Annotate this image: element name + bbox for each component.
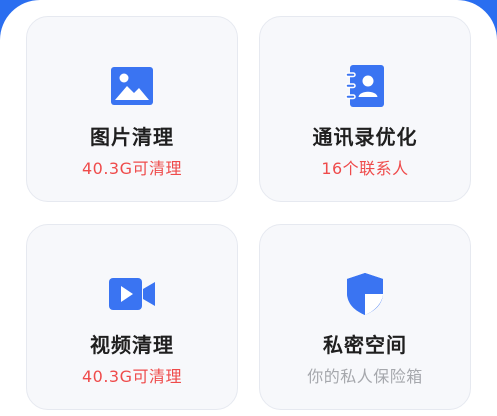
video-icon — [108, 272, 156, 316]
card-subtitle: 40.3G可清理 — [81, 159, 183, 178]
video-cleanup-card[interactable]: 视频清理 40.3G可清理 — [26, 224, 238, 410]
card-title: 视频清理 — [90, 333, 174, 357]
card-subtitle: 40.3G可清理 — [81, 367, 183, 386]
tools-panel: 图片清理 40.3G可清理 通讯录优化 16个联系人 视频清理 40.3G可清理… — [0, 0, 497, 416]
shield-icon — [341, 272, 389, 316]
private-space-card[interactable]: 私密空间 你的私人保险箱 — [259, 224, 471, 410]
image-icon — [108, 64, 156, 108]
card-title: 图片清理 — [90, 125, 174, 149]
contacts-optimize-card[interactable]: 通讯录优化 16个联系人 — [259, 16, 471, 202]
card-subtitle: 16个联系人 — [321, 159, 409, 178]
card-subtitle: 你的私人保险箱 — [307, 367, 423, 386]
contacts-icon — [341, 64, 389, 108]
image-cleanup-card[interactable]: 图片清理 40.3G可清理 — [26, 16, 238, 202]
card-title: 通讯录优化 — [312, 125, 418, 149]
card-title: 私密空间 — [323, 333, 407, 357]
